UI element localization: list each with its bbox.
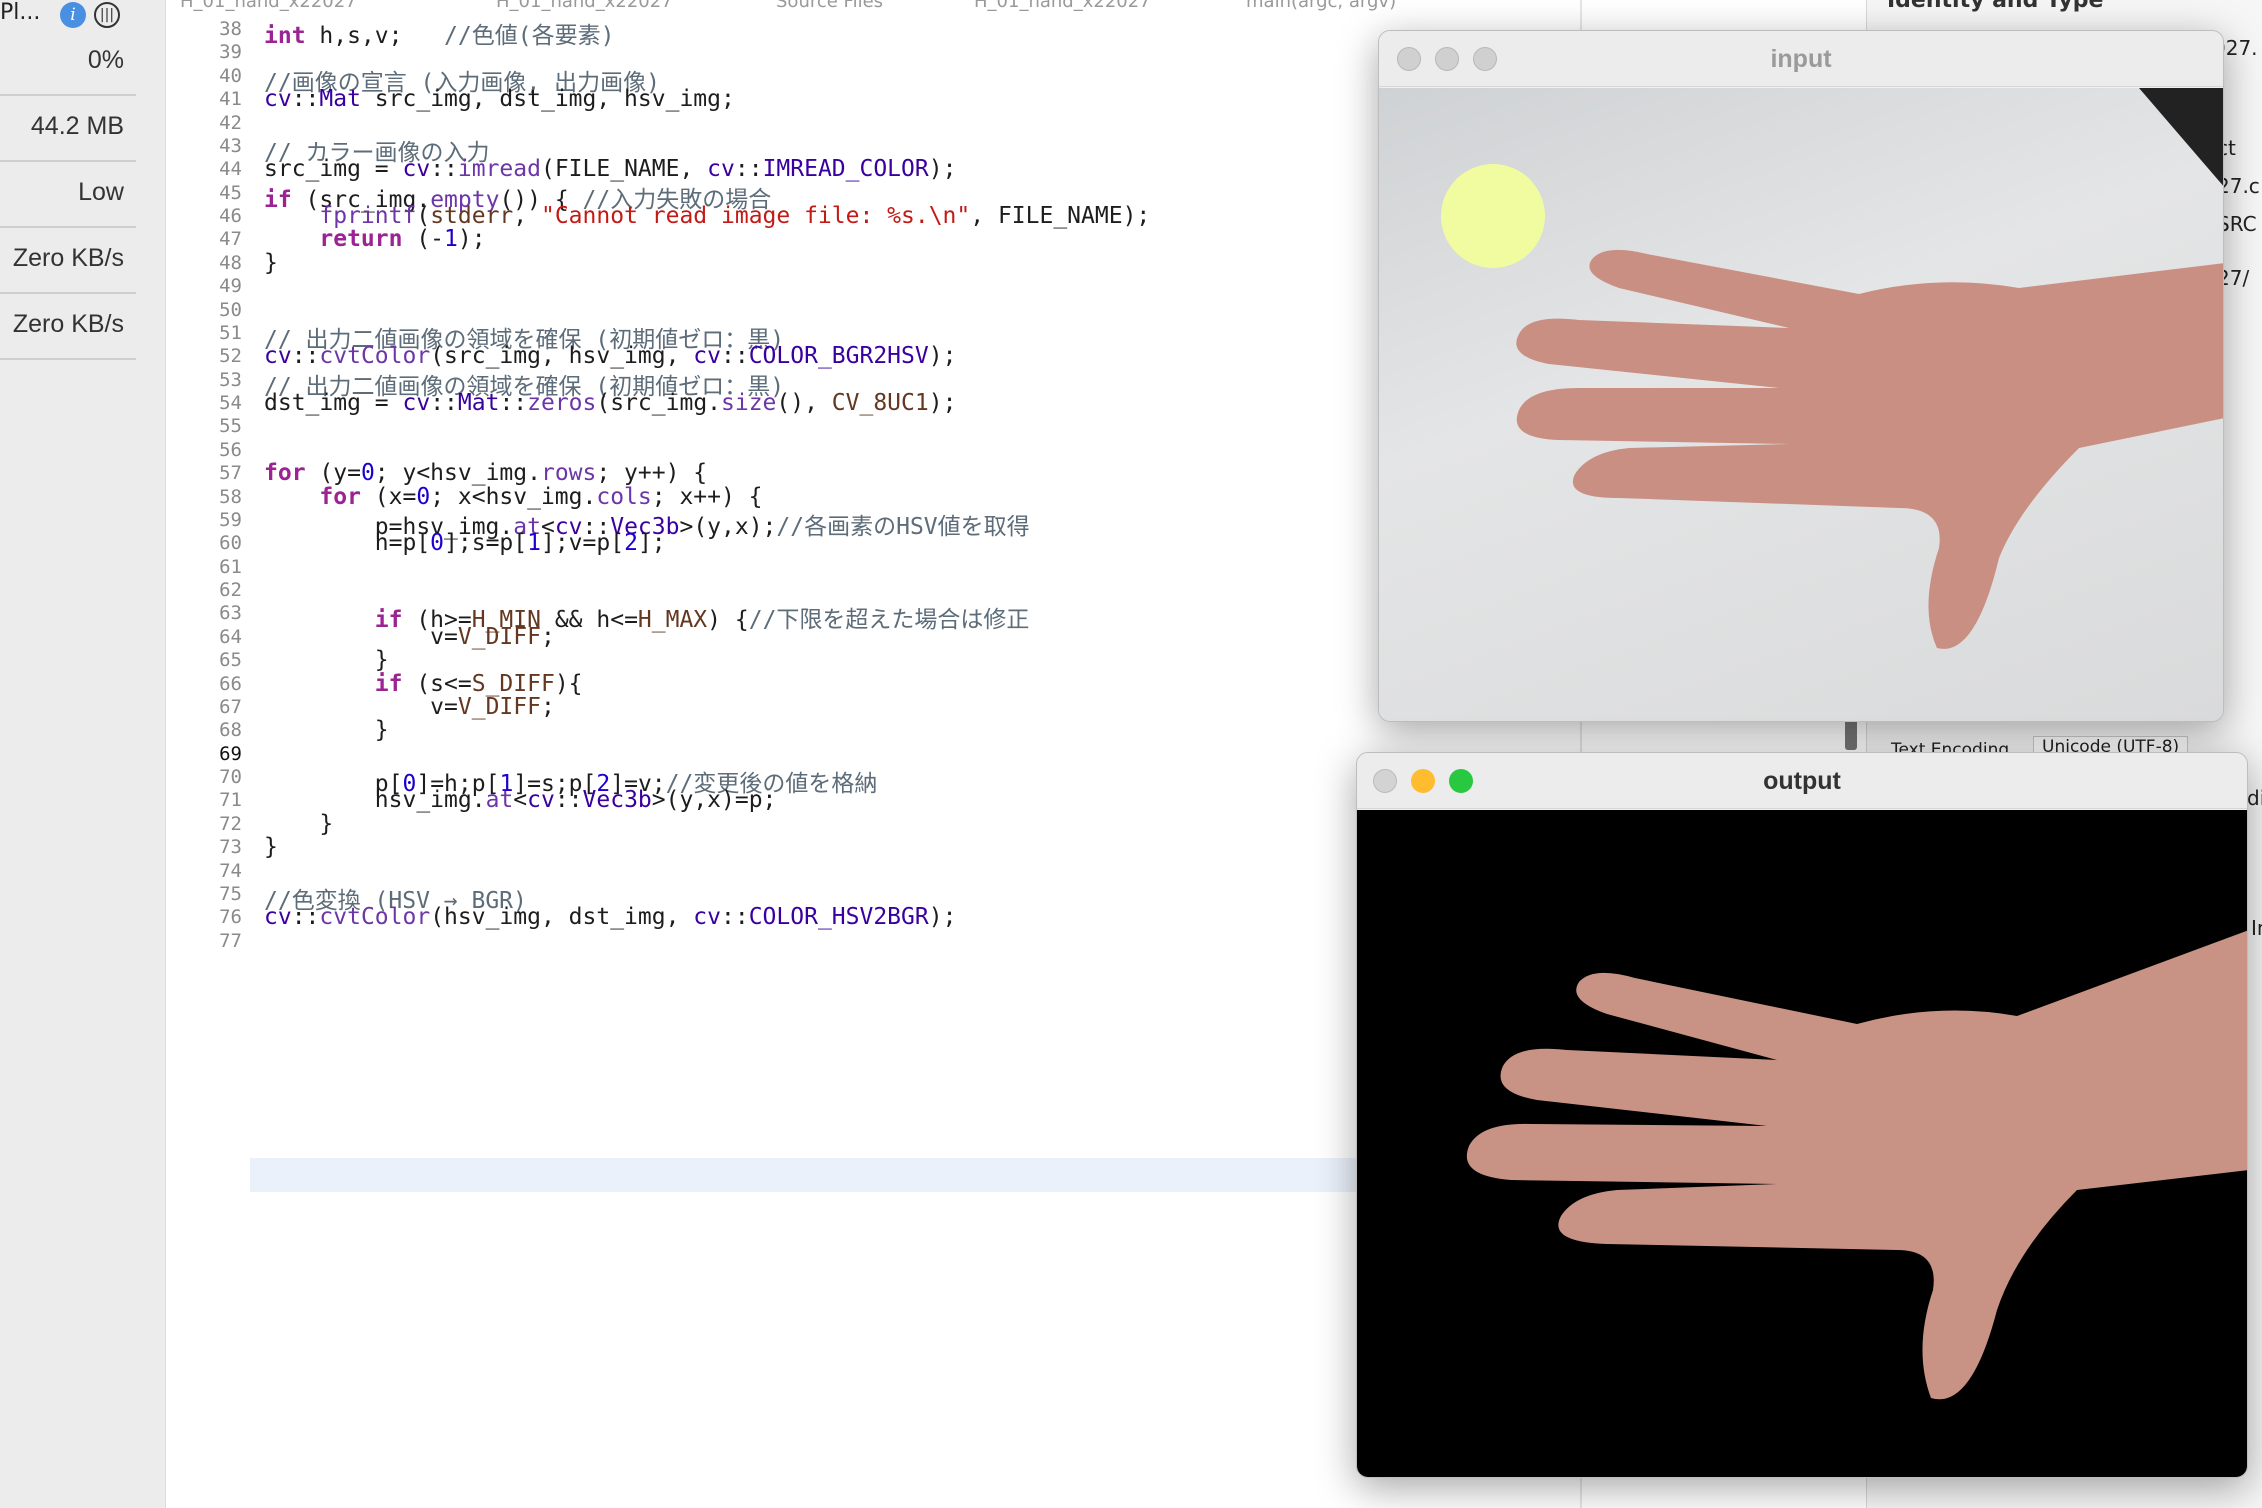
line-number[interactable]: 70 bbox=[166, 766, 242, 788]
line-number[interactable]: 65 bbox=[166, 649, 242, 671]
code-line[interactable]: } bbox=[264, 834, 278, 860]
code-line[interactable]: v=V_DIFF; bbox=[264, 624, 555, 650]
output-window-title: output bbox=[1763, 767, 1841, 795]
code-line[interactable]: h=p[0];s=p[1];v=p[2]; bbox=[264, 530, 666, 556]
process-name[interactable]: Pl... bbox=[0, 0, 40, 25]
line-number[interactable]: 66 bbox=[166, 673, 242, 695]
input-window-title: input bbox=[1770, 45, 1832, 73]
inspector-cell: In bbox=[2251, 916, 2262, 940]
line-number[interactable]: 75 bbox=[166, 883, 242, 905]
hand-photo bbox=[1441, 88, 2223, 649]
line-number[interactable]: 41 bbox=[166, 88, 242, 110]
code-line[interactable]: cv::cvtColor(src_img, hsv_img, cv::COLOR… bbox=[264, 343, 956, 369]
network-value: Zero KB/s bbox=[12, 310, 124, 338]
code-line[interactable]: for (y=0; y<hsv_img.rows; y++) { bbox=[264, 460, 707, 486]
info-icon[interactable]: i bbox=[60, 2, 86, 28]
line-number[interactable]: 45 bbox=[166, 182, 242, 204]
line-number[interactable]: 44 bbox=[166, 158, 242, 180]
energy-value: Low bbox=[78, 178, 124, 206]
code-line[interactable]: cv::cvtColor(hsv_img, dst_img, cv::COLOR… bbox=[264, 904, 956, 930]
thread-icon[interactable]: ||| bbox=[94, 2, 120, 28]
inspector-title: Identity and Type bbox=[1887, 0, 2104, 13]
code-line[interactable]: } bbox=[264, 717, 389, 743]
gauge-header: Pl... i ||| bbox=[0, 0, 166, 32]
gauge-energy[interactable]: Low bbox=[0, 164, 136, 228]
line-number[interactable]: 57 bbox=[166, 462, 242, 484]
line-number[interactable]: 47 bbox=[166, 228, 242, 250]
line-number[interactable]: 52 bbox=[166, 345, 242, 367]
breadcrumb-group[interactable]: H_01_hand_x22027 bbox=[496, 0, 673, 12]
line-number[interactable]: 62 bbox=[166, 579, 242, 601]
line-number[interactable]: 51 bbox=[166, 322, 242, 344]
line-number[interactable]: 38 bbox=[166, 18, 242, 40]
output-image bbox=[1357, 810, 2247, 1477]
input-image bbox=[1379, 88, 2223, 721]
code-line[interactable]: } bbox=[264, 811, 333, 837]
code-line[interactable]: } bbox=[264, 647, 389, 673]
input-window[interactable]: input bbox=[1378, 30, 2224, 722]
breadcrumb-project[interactable]: H_01_hand_x22027 bbox=[180, 0, 357, 12]
output-window[interactable]: output bbox=[1356, 752, 2248, 1478]
line-number-gutter: 38 39 40 41 42 43 44 45 46 47 48 49 50 51 52 53 54 55 56 57… bbox=[166, 12, 250, 1508]
line-number[interactable]: 53 bbox=[166, 369, 242, 391]
line-number[interactable]: 58 bbox=[166, 486, 242, 508]
memory-value: 44.2 MB bbox=[30, 112, 124, 140]
line-number[interactable]: 68 bbox=[166, 719, 242, 741]
code-line[interactable]: dst_img = cv::Mat::zeros(src_img.size(),… bbox=[264, 390, 956, 416]
code-line[interactable]: } bbox=[264, 250, 278, 276]
line-number[interactable]: 76 bbox=[166, 906, 242, 928]
line-number[interactable]: 64 bbox=[166, 626, 242, 648]
line-number[interactable]: 42 bbox=[166, 112, 242, 134]
code-line[interactable]: src_img = cv::imread(FILE_NAME, cv::IMRE… bbox=[264, 156, 956, 182]
breadcrumb-folder[interactable]: Source Files bbox=[776, 0, 883, 12]
inspector-cell: di bbox=[2247, 786, 2262, 810]
breadcrumb-file[interactable]: H_01_hand_x22027 bbox=[974, 0, 1151, 12]
line-number[interactable]: 48 bbox=[166, 252, 242, 274]
gauge-network[interactable]: Zero KB/s bbox=[0, 296, 136, 360]
gauge-cpu[interactable]: 0% bbox=[0, 32, 136, 96]
code-line[interactable]: int h,s,v; //色値(各要素) bbox=[264, 16, 614, 50]
line-number[interactable]: 43 bbox=[166, 135, 242, 157]
breadcrumb-function[interactable]: main(argc, argv) bbox=[1246, 0, 1396, 12]
breadcrumb: H_01_hand_x22027 H_01_hand_x22027 Source… bbox=[166, 0, 1866, 12]
code-line[interactable]: v=V_DIFF; bbox=[264, 694, 555, 720]
line-number[interactable]: 74 bbox=[166, 860, 242, 882]
line-number[interactable]: 72 bbox=[166, 813, 242, 835]
line-number[interactable]: 73 bbox=[166, 836, 242, 858]
line-number[interactable]: 40 bbox=[166, 65, 242, 87]
segmented-hand bbox=[1466, 930, 2247, 1400]
line-number[interactable]: 55 bbox=[166, 415, 242, 437]
line-number[interactable]: 59 bbox=[166, 509, 242, 531]
line-number[interactable]: 39 bbox=[166, 41, 242, 63]
line-number[interactable]: 71 bbox=[166, 789, 242, 811]
debug-gauges-panel: Pl... i ||| 0% 44.2 MB Low Zero KB/s Zer… bbox=[0, 0, 166, 1508]
line-number[interactable]: 49 bbox=[166, 275, 242, 297]
line-number[interactable]: 56 bbox=[166, 439, 242, 461]
output-window-titlebar[interactable]: output bbox=[1357, 753, 2247, 809]
line-number[interactable]: 60 bbox=[166, 532, 242, 554]
code-line[interactable]: if (s<=S_DIFF){ bbox=[264, 671, 583, 697]
line-number[interactable]: 61 bbox=[166, 556, 242, 578]
input-window-titlebar[interactable]: input bbox=[1379, 31, 2223, 87]
disk-value: Zero KB/s bbox=[12, 244, 124, 272]
line-number[interactable]: 46 bbox=[166, 205, 242, 227]
line-number[interactable]: 69 bbox=[166, 743, 242, 765]
gauge-memory[interactable]: 44.2 MB bbox=[0, 98, 136, 162]
line-number[interactable]: 77 bbox=[166, 930, 242, 952]
gauge-disk[interactable]: Zero KB/s bbox=[0, 230, 136, 294]
code-line[interactable]: cv::Mat src_img, dst_img, hsv_img; bbox=[264, 86, 735, 112]
line-number[interactable]: 54 bbox=[166, 392, 242, 414]
line-number[interactable]: 50 bbox=[166, 299, 242, 321]
code-line[interactable]: fprintf(stderr, "Cannot read image file:… bbox=[264, 203, 1150, 229]
line-number[interactable]: 63 bbox=[166, 602, 242, 624]
code-line[interactable]: for (x=0; x<hsv_img.cols; x++) { bbox=[264, 484, 762, 510]
cpu-value: 0% bbox=[87, 46, 124, 74]
code-line[interactable]: hsv_img.at<cv::Vec3b>(y,x)=p; bbox=[264, 787, 777, 813]
code-line[interactable]: return (-1); bbox=[264, 226, 485, 252]
line-number[interactable]: 67 bbox=[166, 696, 242, 718]
